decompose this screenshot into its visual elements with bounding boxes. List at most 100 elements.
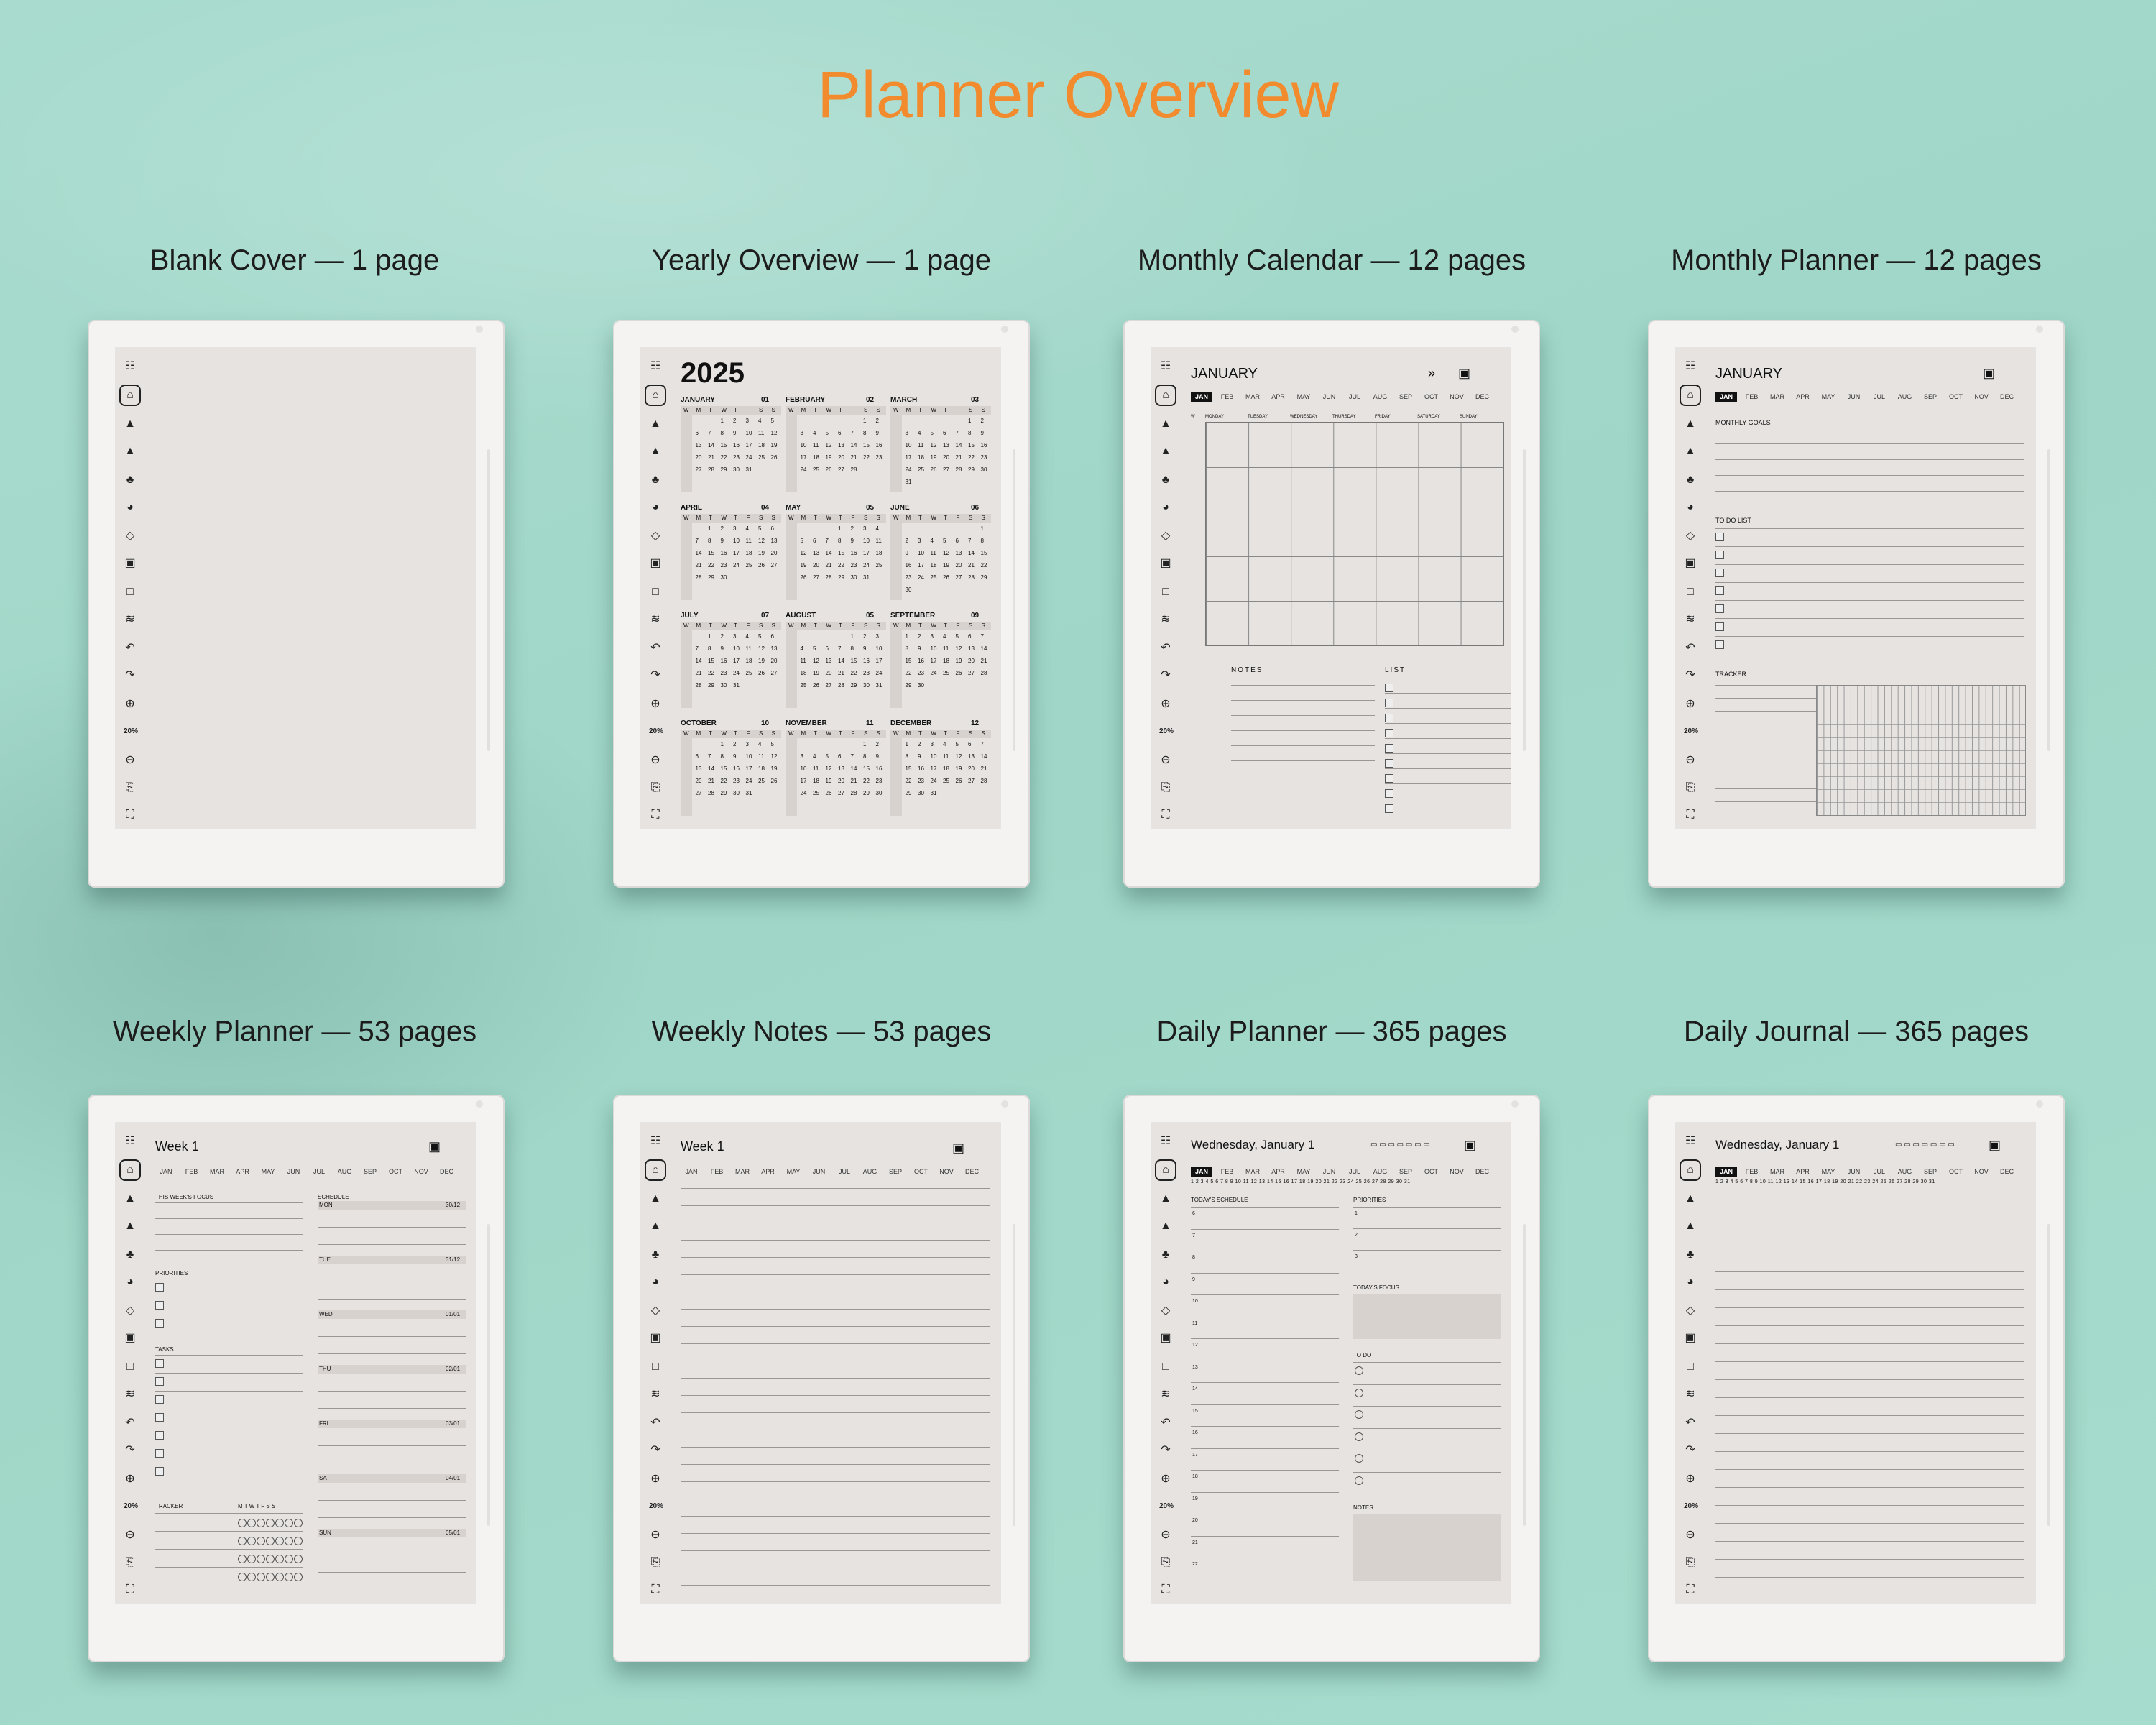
todo-circle[interactable]: [1355, 1432, 1363, 1441]
calendar-day[interactable]: 31: [906, 479, 912, 485]
calendar-day[interactable]: 12: [813, 658, 819, 664]
brush-icon[interactable]: ♣: [1159, 474, 1172, 487]
calendar-day[interactable]: 27: [968, 778, 975, 784]
calendar-day[interactable]: 20: [838, 454, 844, 461]
calendar-day[interactable]: 23: [876, 778, 883, 784]
month-tab-feb[interactable]: FEB: [1217, 1167, 1238, 1177]
calendar-day[interactable]: 25: [876, 562, 883, 569]
calendar-day[interactable]: 9: [876, 430, 879, 436]
day-number-strip[interactable]: 1 2 3 4 5 6 7 8 9 10 11 12 13 14 15 16 1…: [1715, 1179, 1935, 1184]
task-checkbox[interactable]: [155, 1413, 164, 1422]
page-screen[interactable]: ☷ ⌂ ▲ ▲ ♣ ◕ ◇ ▣ □ ≋ ↶ ↷ ⊕ ⊖ ⎘ ⛶ 20% Week 1 ▣ JAN FEB MAR APR MA…: [115, 1122, 476, 1604]
template-list-icon[interactable]: ☷: [649, 360, 662, 373]
month-tab-sep[interactable]: SEP: [1395, 392, 1416, 402]
calendar-day[interactable]: 7: [968, 538, 971, 544]
notebook-icon[interactable]: ⌂: [119, 385, 141, 406]
calendar-day[interactable]: 23: [981, 454, 987, 461]
calendar-day[interactable]: 30: [981, 466, 987, 473]
calendar-day[interactable]: 30: [918, 790, 924, 796]
calendar-day[interactable]: 15: [863, 765, 870, 772]
calendar-day[interactable]: 21: [696, 562, 702, 569]
tablet-device[interactable]: ☷ ⌂ ▲ ▲ ♣ ◕ ◇ ▣ □ ≋ ↶ ↷ ⊕ ⊖ ⎘ ⛶ 20% 2025 JANUARY 01 W M T W T F S S…: [613, 320, 1030, 888]
calendar-day[interactable]: 10: [733, 538, 740, 544]
calendar-day[interactable]: 28: [981, 670, 987, 676]
calendar-day[interactable]: 20: [813, 562, 819, 569]
calendar-day[interactable]: 13: [968, 753, 975, 760]
month-tab-feb[interactable]: FEB: [181, 1167, 203, 1177]
calendar-day[interactable]: 26: [943, 574, 949, 581]
calendar-day[interactable]: 28: [851, 790, 857, 796]
month-tab-apr[interactable]: APR: [757, 1167, 779, 1177]
calendar-day[interactable]: 15: [721, 765, 727, 772]
eraser-icon[interactable]: ◇: [124, 1305, 137, 1317]
tablet-device[interactable]: ☷ ⌂ ▲ ▲ ♣ ◕ ◇ ▣ □ ≋ ↶ ↷ ⊕ ⊖ ⎘ ⛶ 20% Week 1 ▣ JAN FEB MAR APR MA…: [613, 1095, 1030, 1662]
month-tab-oct[interactable]: OCT: [1421, 1167, 1442, 1177]
calendar-day[interactable]: 5: [931, 430, 934, 436]
month-tab-mar[interactable]: MAR: [1242, 392, 1263, 402]
calendar-day[interactable]: 20: [696, 778, 702, 784]
calendar-day[interactable]: 17: [733, 658, 740, 664]
calendar-day[interactable]: 19: [956, 765, 962, 772]
shape-icon[interactable]: □: [1159, 1361, 1172, 1374]
calendar-day[interactable]: 17: [931, 658, 937, 664]
calendar-day[interactable]: 13: [696, 442, 702, 448]
calendar-day[interactable]: 1: [721, 418, 724, 424]
calendar-day[interactable]: 5: [813, 645, 816, 652]
tracker-circle[interactable]: [285, 1555, 293, 1563]
calendar-day[interactable]: 23: [851, 562, 857, 569]
calendar-day[interactable]: 18: [746, 658, 752, 664]
calendar-day[interactable]: 24: [746, 454, 752, 461]
todo-checkbox[interactable]: [1715, 533, 1724, 541]
month-tab-feb[interactable]: FEB: [706, 1167, 728, 1177]
calendar-day[interactable]: 19: [801, 562, 807, 569]
month-tab-apr[interactable]: APR: [1268, 1167, 1289, 1177]
shape-icon[interactable]: □: [1684, 1361, 1697, 1374]
calendar-day[interactable]: 24: [801, 466, 807, 473]
day-nav-icons[interactable]: ▭ ▭ ▭ ▭ ▭ ▭ ▭: [1370, 1141, 1430, 1149]
calendar-day[interactable]: 5: [771, 741, 774, 748]
calendar-day[interactable]: 16: [918, 658, 924, 664]
pen-icon[interactable]: ▲: [1159, 418, 1172, 431]
export-icon[interactable]: ⎘: [1159, 781, 1172, 794]
calendar-day[interactable]: 22: [906, 778, 912, 784]
calendar-day[interactable]: 22: [721, 454, 727, 461]
month-tab-sep[interactable]: SEP: [1395, 1167, 1416, 1177]
calendar-day[interactable]: 25: [931, 574, 937, 581]
calendar-day[interactable]: 18: [943, 765, 949, 772]
calendar-day[interactable]: 16: [721, 658, 727, 664]
month-tab-may[interactable]: MAY: [1293, 1167, 1314, 1177]
calendar-day[interactable]: 5: [801, 538, 803, 544]
calendar-day[interactable]: 25: [943, 670, 949, 676]
notes-box[interactable]: [1353, 1514, 1501, 1581]
calendar-day[interactable]: 15: [838, 550, 844, 556]
redo-icon[interactable]: ↷: [1684, 669, 1697, 682]
layers-icon[interactable]: ≋: [1159, 613, 1172, 626]
calendar-day[interactable]: 9: [918, 645, 921, 652]
tracker-circle[interactable]: [294, 1573, 303, 1581]
calendar-day[interactable]: 25: [801, 682, 807, 689]
notebook-icon[interactable]: ⌂: [645, 1159, 666, 1181]
calendar-day[interactable]: 1: [863, 741, 866, 748]
calendar-day[interactable]: 17: [746, 765, 752, 772]
month-tab-dec[interactable]: DEC: [1996, 1167, 2018, 1177]
calendar-day[interactable]: 12: [771, 430, 778, 436]
export-icon[interactable]: ⎘: [124, 1556, 137, 1569]
calendar-day[interactable]: 28: [708, 466, 714, 473]
pen-icon[interactable]: ▲: [124, 1192, 137, 1205]
calendar-day[interactable]: 17: [918, 562, 924, 569]
tracker-circle[interactable]: [257, 1573, 265, 1581]
calendar-day[interactable]: 17: [876, 658, 883, 664]
page-screen[interactable]: ☷ ⌂ ▲ ▲ ♣ ◕ ◇ ▣ □ ≋ ↶ ↷ ⊕ ⊖ ⎘ ⛶ 20% Wednesday, January 1 ▭…: [1151, 1122, 1511, 1604]
priority-checkbox[interactable]: [155, 1283, 164, 1292]
calendar-day[interactable]: 14: [708, 765, 714, 772]
calendar-day[interactable]: 22: [838, 562, 844, 569]
calendar-day[interactable]: 26: [956, 778, 962, 784]
highlighter-icon[interactable]: ▲: [649, 445, 662, 458]
calendar-day[interactable]: 28: [981, 778, 987, 784]
calendar-day[interactable]: 10: [906, 442, 912, 448]
redo-icon[interactable]: ↷: [1159, 669, 1172, 682]
month-tab-feb[interactable]: FEB: [1741, 1167, 1763, 1177]
calendar-day[interactable]: 19: [826, 454, 832, 461]
tracker-circle[interactable]: [285, 1573, 293, 1581]
calendar-day[interactable]: 15: [721, 442, 727, 448]
